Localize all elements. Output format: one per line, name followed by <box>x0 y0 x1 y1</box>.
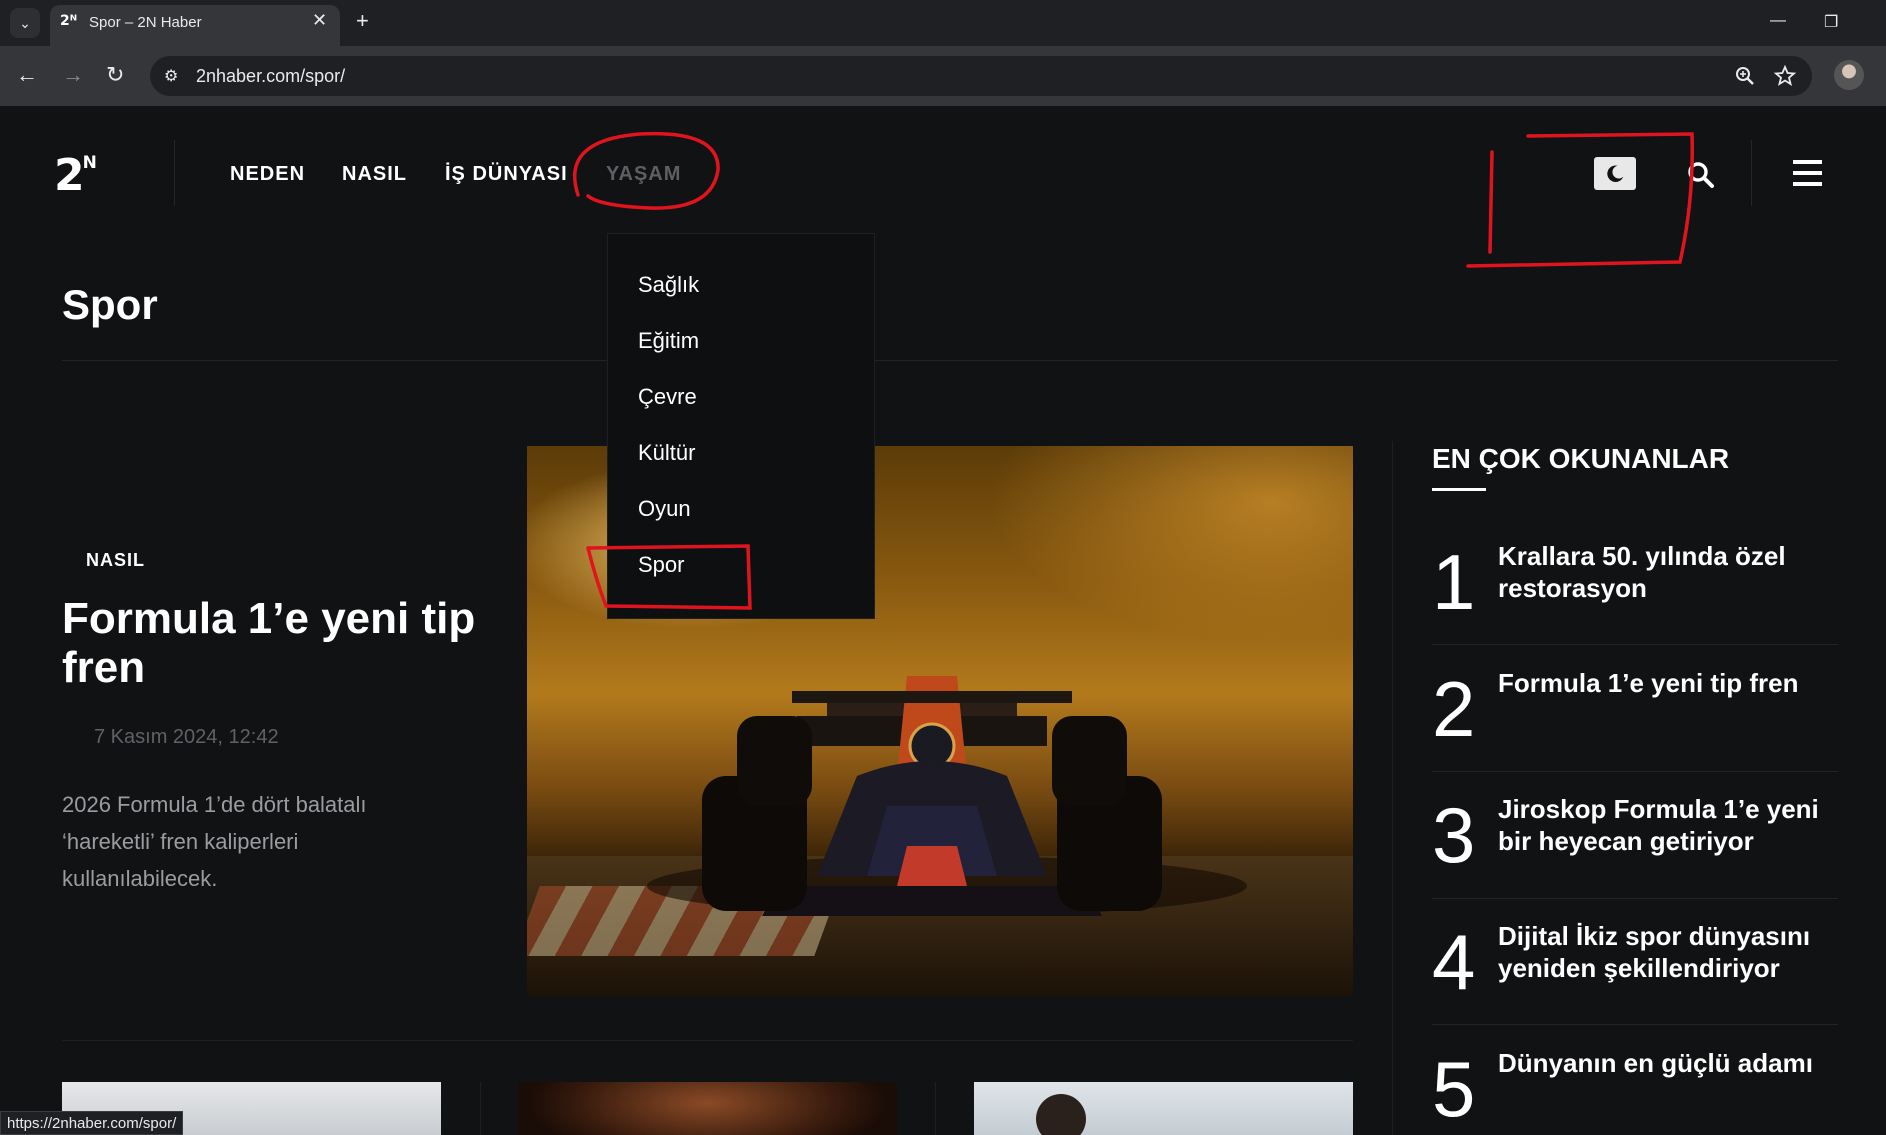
new-tab-icon[interactable]: + <box>356 8 369 34</box>
dropdown-item-egitim[interactable]: Eğitim <box>638 328 699 354</box>
title-divider <box>62 360 1838 361</box>
forward-icon[interactable]: → <box>62 62 84 88</box>
grid-divider <box>935 1082 936 1135</box>
tab-title: Spor – 2N Haber <box>89 14 202 31</box>
site-info-icon[interactable]: ⚙ <box>164 66 178 86</box>
most-read-underline <box>1432 488 1486 491</box>
most-read-item-title[interactable]: Jiroskop Formula 1’e yeni bir heyecan ge… <box>1498 793 1848 857</box>
most-read-divider <box>1432 1024 1838 1025</box>
dropdown-item-oyun[interactable]: Oyun <box>638 496 691 522</box>
most-read-item-title[interactable]: Dünyanın en güçlü adamı <box>1498 1047 1848 1079</box>
nav-is-dunyasi[interactable]: İŞ DÜNYASI <box>445 163 568 186</box>
nav-neden[interactable]: NEDEN <box>230 163 305 186</box>
header-divider <box>174 140 175 206</box>
address-bar[interactable] <box>150 56 1812 96</box>
header-divider-right <box>1751 140 1752 206</box>
most-read-number: 5 <box>1432 1045 1476 1133</box>
reload-icon[interactable]: ↻ <box>106 62 124 88</box>
dropdown-item-spor[interactable]: Spor <box>638 552 684 578</box>
address-bar-url[interactable]: 2nhaber.com/spor/ <box>196 66 345 87</box>
tab-close-icon[interactable]: ✕ <box>312 10 327 31</box>
most-read-divider <box>1432 771 1838 772</box>
page-title: Spor <box>62 281 158 328</box>
zoom-icon[interactable] <box>1733 64 1757 88</box>
minimize-icon[interactable]: — <box>1770 12 1786 30</box>
back-icon[interactable]: ← <box>16 62 38 88</box>
most-read-divider <box>1432 644 1838 645</box>
bookmark-star-icon[interactable] <box>1773 64 1797 88</box>
most-read-item-title[interactable]: Krallara 50. yılında özel restorasyon <box>1498 540 1848 604</box>
nav-nasil[interactable]: NASIL <box>342 163 407 186</box>
featured-article-date: 7 Kasım 2024, 12:42 <box>94 726 279 748</box>
most-read-number: 4 <box>1432 918 1476 1006</box>
tab-favicon: 2ᴺ <box>60 13 78 29</box>
article-thumbnail[interactable] <box>518 1082 897 1135</box>
restore-icon[interactable]: ❐ <box>1824 12 1838 32</box>
nav-yasam[interactable]: YAŞAM <box>606 163 681 186</box>
dropdown-item-cevre[interactable]: Çevre <box>638 384 697 410</box>
content-divider <box>62 1040 1353 1041</box>
sidebar-divider <box>1392 441 1393 1135</box>
site-logo[interactable]: 2N <box>54 150 97 201</box>
most-read-number: 3 <box>1432 791 1476 879</box>
moon-icon <box>1607 164 1624 182</box>
dark-mode-toggle[interactable] <box>1594 157 1636 190</box>
most-read-item-title[interactable]: Dijital İkiz spor dünyasını yeniden şeki… <box>1498 920 1848 984</box>
grid-divider <box>480 1082 481 1135</box>
featured-article-title[interactable]: Formula 1’e yeni tip fren <box>62 594 492 692</box>
most-read-divider <box>1432 898 1838 899</box>
featured-category-tag[interactable]: NASIL <box>86 550 145 571</box>
dropdown-item-kultur[interactable]: Kültür <box>638 440 695 466</box>
most-read-number: 1 <box>1432 538 1476 626</box>
search-icon[interactable] <box>1686 160 1716 190</box>
article-thumbnail[interactable] <box>974 1082 1353 1135</box>
featured-article-excerpt: 2026 Formula 1’de dört balatalı ‘hareket… <box>62 792 367 891</box>
tab-search-button[interactable]: ⌄ <box>10 8 40 38</box>
hamburger-menu-icon[interactable] <box>1793 160 1822 186</box>
most-read-number: 2 <box>1432 665 1476 753</box>
most-read-heading: EN ÇOK OKUNANLAR <box>1432 443 1730 474</box>
status-bar-url: https://2nhaber.com/spor/ <box>0 1111 184 1135</box>
profile-avatar[interactable] <box>1834 60 1864 90</box>
dropdown-item-saglik[interactable]: Sağlık <box>638 272 699 298</box>
most-read-item-title[interactable]: Formula 1’e yeni tip fren <box>1498 667 1848 699</box>
